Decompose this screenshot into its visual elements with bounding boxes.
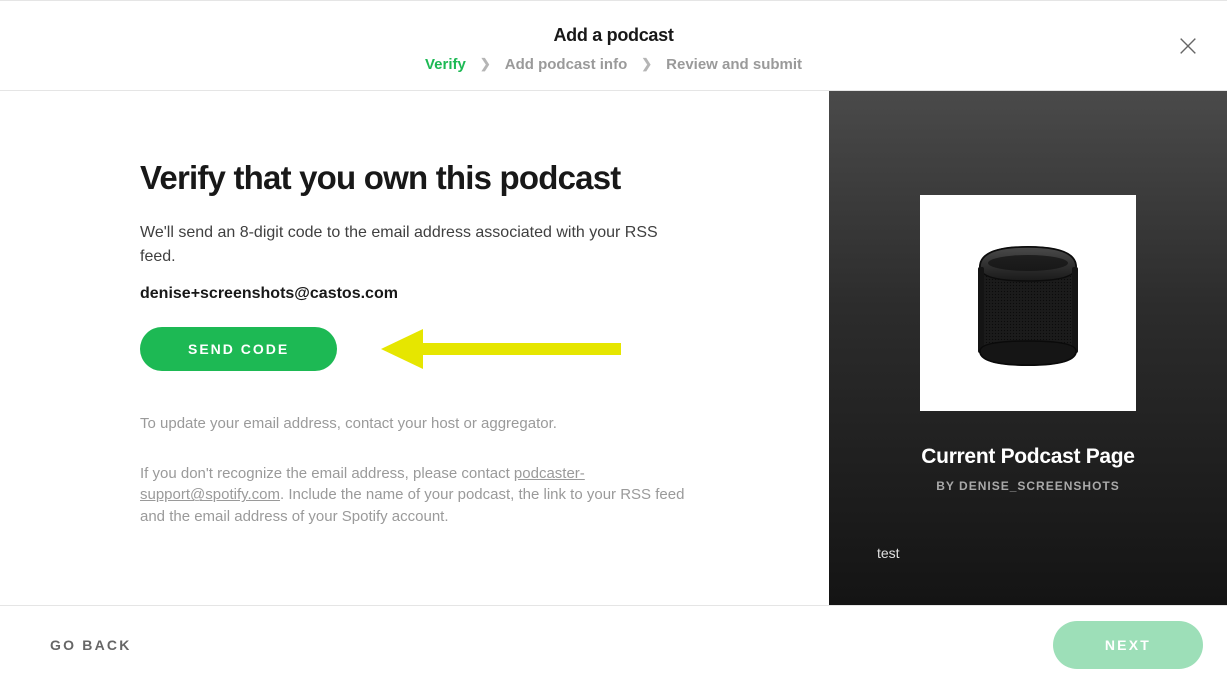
step-add-podcast-info: Add podcast info <box>505 56 628 73</box>
modal-footer: GO BACK NEXT <box>0 605 1227 684</box>
chevron-right-icon: ❯ <box>641 56 652 72</box>
podcast-cover-art <box>920 195 1136 411</box>
step-review-and-submit: Review and submit <box>666 56 802 73</box>
modal-body: Verify that you own this podcast We'll s… <box>0 91 1227 605</box>
support-hint: If you don't recognize the email address… <box>140 463 700 528</box>
arrow-left-icon <box>381 329 631 369</box>
next-button[interactable]: NEXT <box>1053 621 1203 669</box>
close-button[interactable] <box>1177 35 1199 57</box>
podcast-byline: BY DENISE_SCREENSHOTS <box>936 479 1120 493</box>
page-heading: Verify that you own this podcast <box>140 159 739 197</box>
podcast-preview-panel: Current Podcast Page BY DENISE_SCREENSHO… <box>829 91 1227 605</box>
pop-filter-image <box>958 233 1098 373</box>
chevron-right-icon: ❯ <box>480 56 491 72</box>
modal-title: Add a podcast <box>553 25 673 46</box>
modal-header: Add a podcast Verify ❯ Add podcast info … <box>0 0 1227 91</box>
verify-panel: Verify that you own this podcast We'll s… <box>0 91 829 605</box>
support-prefix: If you don't recognize the email address… <box>140 465 514 482</box>
podcast-title: Current Podcast Page <box>921 445 1134 469</box>
step-verify: Verify <box>425 56 466 73</box>
arrow-annotation <box>381 329 631 369</box>
send-code-button[interactable]: SEND CODE <box>140 327 337 371</box>
close-icon <box>1177 35 1199 57</box>
go-back-button[interactable]: GO BACK <box>50 637 132 653</box>
stepper: Verify ❯ Add podcast info ❯ Review and s… <box>425 56 802 73</box>
send-code-row: SEND CODE <box>140 327 739 371</box>
update-email-hint: To update your email address, contact yo… <box>140 413 700 435</box>
verify-description: We'll send an 8-digit code to the email … <box>140 221 680 269</box>
podcast-description: test <box>853 545 900 561</box>
rss-email-display: denise+screenshots@castos.com <box>140 285 739 303</box>
